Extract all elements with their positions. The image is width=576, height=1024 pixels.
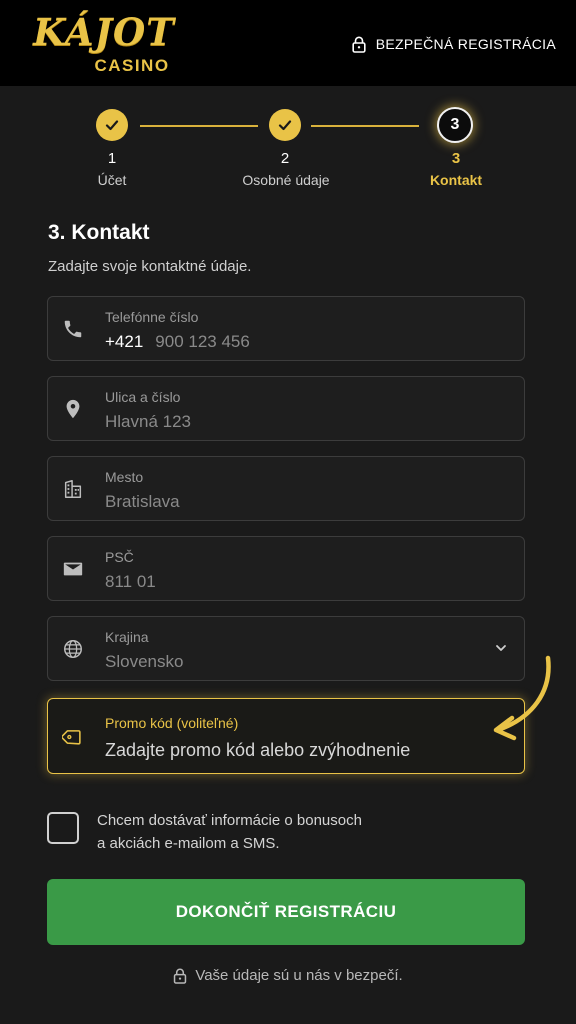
promo-input[interactable]: Zadajte promo kód alebo zvýhodnenie xyxy=(105,740,410,761)
secure-registration-badge: BEZPEČNÁ REGISTRÁCIA xyxy=(352,34,556,54)
globe-icon xyxy=(64,640,82,658)
street-field[interactable]: Ulica a číslo Hlavná 123 xyxy=(47,376,525,441)
zip-label: PSČ xyxy=(105,549,134,565)
logo-subtitle: CASINO xyxy=(94,56,170,75)
city-label: Mesto xyxy=(105,469,144,485)
marketing-consent-checkbox[interactable] xyxy=(47,812,79,844)
step-connector-2 xyxy=(311,125,419,127)
step-3-active[interactable]: 3 xyxy=(437,107,473,143)
kajot-casino-logo[interactable]: KÁJOT CASINO xyxy=(18,10,190,78)
marketing-consent-label[interactable]: Chcem dostávať informácie o bonusoch a a… xyxy=(97,809,457,855)
promo-label: Promo kód (voliteľné) xyxy=(105,715,239,731)
step-2-label: Osobné údaje xyxy=(242,172,330,188)
country-label: Krajina xyxy=(105,629,149,645)
mail-icon xyxy=(63,562,83,576)
lock-icon xyxy=(174,968,187,984)
city-input[interactable]: Bratislava xyxy=(105,492,180,512)
secure-registration-label: BEZPEČNÁ REGISTRÁCIA xyxy=(375,36,556,52)
security-note-text: Vaše údaje sú u nás v bezpečí. xyxy=(195,967,403,984)
step-3-circle-number: 3 xyxy=(450,116,460,133)
top-header: KÁJOT CASINO BEZPEČNÁ REGISTRÁCIA xyxy=(0,0,576,86)
country-select[interactable]: Krajina Slovensko xyxy=(47,616,525,681)
step-2-complete[interactable] xyxy=(269,109,301,141)
consent-line-2: a akciách e-mailom a SMS. xyxy=(97,835,280,852)
zip-input[interactable]: 811 01 xyxy=(105,572,156,592)
location-pin-icon xyxy=(66,399,80,419)
check-icon xyxy=(105,120,119,131)
country-value: Slovensko xyxy=(105,652,184,671)
consent-line-1: Chcem dostávať informácie o bonusoch xyxy=(97,812,362,829)
complete-registration-button[interactable]: DOKONČIŤ REGISTRÁCIU xyxy=(47,879,525,945)
phone-input[interactable]: +421 900 123 456 xyxy=(105,332,250,352)
phone-placeholder: 900 123 456 xyxy=(155,332,250,351)
step-3-label: Kontakt xyxy=(429,172,483,188)
logo-wordmark: KÁJOT xyxy=(33,10,175,54)
section-title: 3. Kontakt xyxy=(48,221,150,244)
section-subtitle: Zadajte svoje kontaktné údaje. xyxy=(48,258,252,275)
check-icon xyxy=(278,120,292,131)
step-connector-1 xyxy=(140,125,258,127)
step-3-number: 3 xyxy=(451,150,461,167)
registration-stepper: 3 1 Účet 2 Osobné údaje 3 Kontakt xyxy=(0,86,576,206)
security-note: Vaše údaje sú u nás v bezpečí. xyxy=(0,967,576,984)
step-2-number: 2 xyxy=(280,150,290,167)
promo-code-field[interactable]: Promo kód (voliteľné) Zadajte promo kód … xyxy=(47,698,525,774)
street-input[interactable]: Hlavná 123 xyxy=(105,412,191,432)
city-field[interactable]: Mesto Bratislava xyxy=(47,456,525,521)
phone-icon xyxy=(64,320,82,338)
phone-label: Telefónne číslo xyxy=(105,309,199,325)
lock-icon xyxy=(352,36,366,53)
step-1-label: Účet xyxy=(97,172,127,188)
phone-prefix[interactable]: +421 xyxy=(105,332,143,351)
zip-field[interactable]: PSČ 811 01 xyxy=(47,536,525,601)
tag-icon xyxy=(62,730,81,745)
building-icon xyxy=(64,480,82,498)
step-1-number: 1 xyxy=(107,150,117,167)
street-label: Ulica a číslo xyxy=(105,389,181,405)
step-1-complete[interactable] xyxy=(96,109,128,141)
phone-field[interactable]: Telefónne číslo +421 900 123 456 xyxy=(47,296,525,361)
curved-arrow-icon xyxy=(493,655,551,741)
